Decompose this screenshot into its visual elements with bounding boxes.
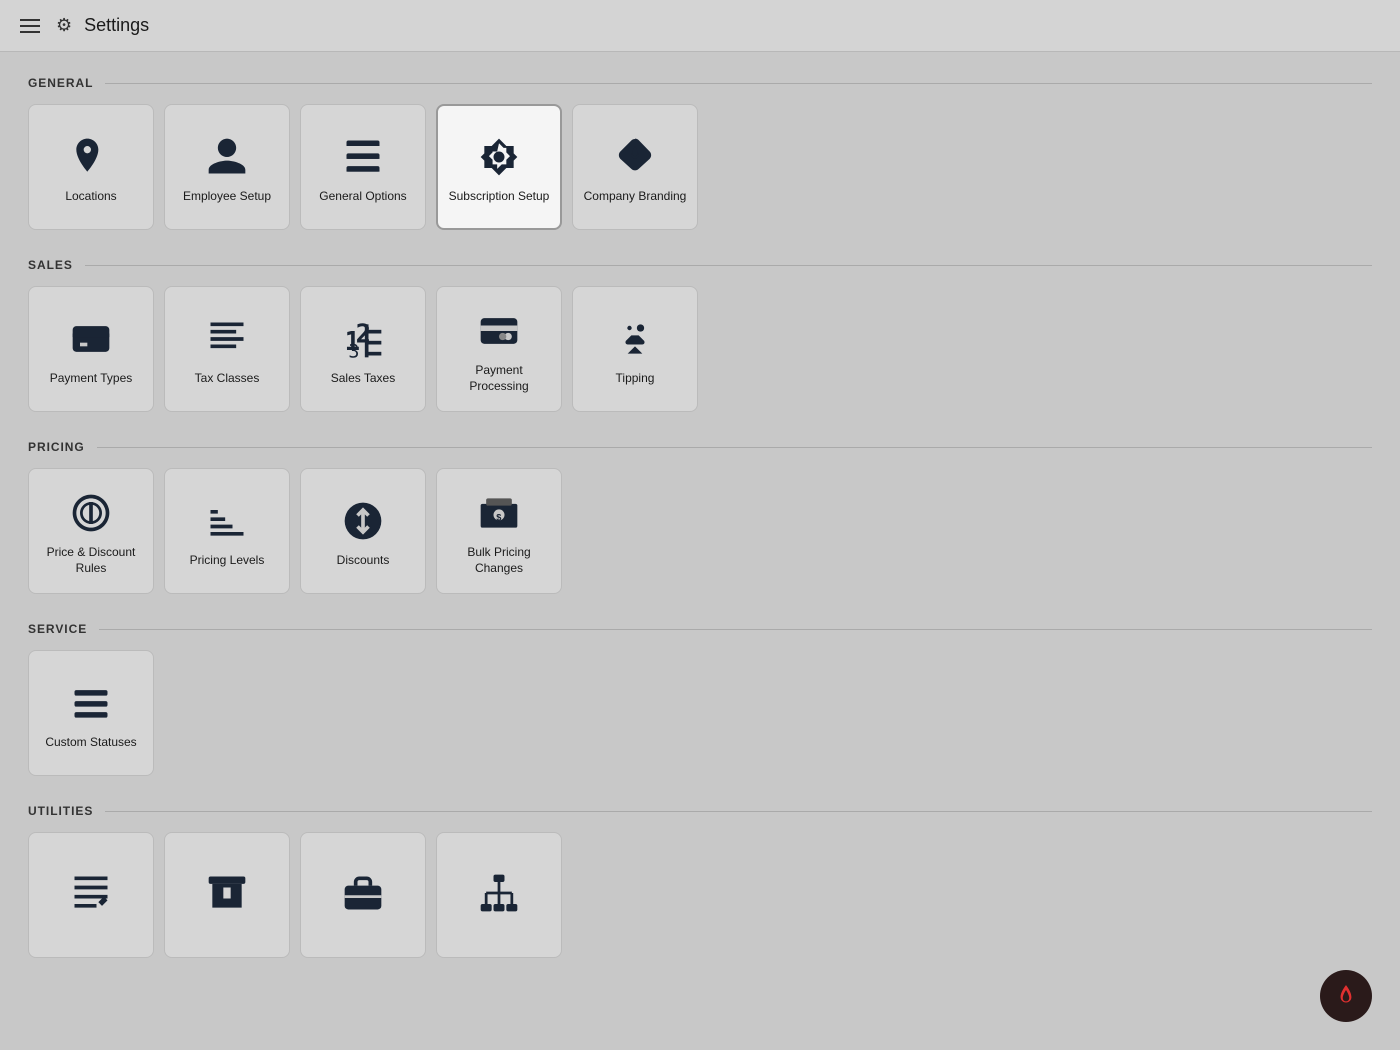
tile-subscription-setup[interactable]: Subscription Setup xyxy=(436,104,562,230)
briefcase-icon xyxy=(337,867,389,919)
edit-doc-icon xyxy=(65,867,117,919)
header: ⚙ Settings xyxy=(0,0,1400,52)
tile-price-discount-rules[interactable]: Price & Discount Rules xyxy=(28,468,154,594)
page-title: Settings xyxy=(84,15,149,36)
tile-payment-processing[interactable]: Payment Processing xyxy=(436,286,562,412)
section-service: SERVICE Custom Statuses xyxy=(28,622,1372,776)
tile-label-discounts: Discounts xyxy=(337,553,390,569)
section-header-service: SERVICE xyxy=(28,622,1372,636)
tile-custom-statuses[interactable]: Custom Statuses xyxy=(28,650,154,776)
tile-tax-classes[interactable]: Tax Classes xyxy=(164,286,290,412)
tax-classes-icon xyxy=(201,313,253,365)
section-header-general: GENERAL xyxy=(28,76,1372,90)
tile-label-subscription-setup: Subscription Setup xyxy=(449,189,550,205)
tile-utility-3[interactable] xyxy=(300,832,426,958)
settings-gear-icon: ⚙ xyxy=(56,15,72,36)
tile-label-payment-processing: Payment Processing xyxy=(445,363,553,394)
flame-icon xyxy=(1333,983,1359,1009)
tile-label-sales-taxes: Sales Taxes xyxy=(331,371,395,387)
main-content: GENERAL Locations Employee Setup General Op… xyxy=(0,52,1400,1010)
section-header-pricing: PRICING xyxy=(28,440,1372,454)
section-pricing: PRICING Price & Discount Rules Pricing Lev… xyxy=(28,440,1372,594)
section-divider-service xyxy=(99,629,1372,630)
section-divider-utilities xyxy=(105,811,1372,812)
tile-label-bulk-pricing: Bulk Pricing Changes xyxy=(445,545,553,576)
tile-label-tax-classes: Tax Classes xyxy=(195,371,260,387)
tile-payment-types[interactable]: Payment Types xyxy=(28,286,154,412)
pricing-levels-icon xyxy=(201,495,253,547)
custom-statuses-icon xyxy=(65,677,117,729)
tile-company-branding[interactable]: Company Branding xyxy=(572,104,698,230)
bulk-pricing-icon: $ xyxy=(473,487,525,539)
tile-pricing-levels[interactable]: Pricing Levels xyxy=(164,468,290,594)
tile-employee-setup[interactable]: Employee Setup xyxy=(164,104,290,230)
tile-label-employee-setup: Employee Setup xyxy=(183,189,271,205)
section-label-sales: SALES xyxy=(28,258,73,272)
section-label-general: GENERAL xyxy=(28,76,93,90)
tile-locations[interactable]: Locations xyxy=(28,104,154,230)
section-divider-general xyxy=(105,83,1372,84)
hamburger-menu[interactable] xyxy=(16,15,44,37)
payment-types-icon xyxy=(65,313,117,365)
subscription-icon xyxy=(473,131,525,183)
general-options-icon xyxy=(337,131,389,183)
tile-discounts[interactable]: Discounts xyxy=(300,468,426,594)
section-label-pricing: PRICING xyxy=(28,440,85,454)
tile-utility-4[interactable] xyxy=(436,832,562,958)
section-divider-sales xyxy=(85,265,1372,266)
payment-processing-icon xyxy=(473,305,525,357)
tile-label-price-discount-rules: Price & Discount Rules xyxy=(37,545,145,576)
discounts-icon xyxy=(337,495,389,547)
hierarchy-icon xyxy=(473,867,525,919)
svg-text:3: 3 xyxy=(348,342,359,362)
tile-label-tipping: Tipping xyxy=(616,371,655,387)
tile-label-custom-statuses: Custom Statuses xyxy=(45,735,136,751)
svg-text:$: $ xyxy=(496,513,501,523)
tile-utility-1[interactable] xyxy=(28,832,154,958)
section-label-service: SERVICE xyxy=(28,622,87,636)
section-utilities: UTILITIES xyxy=(28,804,1372,958)
sales-taxes-icon: 123 xyxy=(337,313,389,365)
tile-label-payment-types: Payment Types xyxy=(50,371,133,387)
tile-general-options[interactable]: General Options xyxy=(300,104,426,230)
tiles-grid-utilities xyxy=(28,832,1372,958)
section-divider-pricing xyxy=(97,447,1372,448)
section-label-utilities: UTILITIES xyxy=(28,804,93,818)
tile-sales-taxes[interactable]: 123 Sales Taxes xyxy=(300,286,426,412)
fab-button[interactable] xyxy=(1320,970,1372,1022)
tile-label-company-branding: Company Branding xyxy=(584,189,687,205)
section-general: GENERAL Locations Employee Setup General Op… xyxy=(28,76,1372,230)
branding-icon xyxy=(609,131,661,183)
tipping-icon xyxy=(609,313,661,365)
locations-icon xyxy=(65,131,117,183)
section-header-utilities: UTILITIES xyxy=(28,804,1372,818)
tiles-grid-sales: Payment Types Tax Classes 123 Sales Taxes Pa… xyxy=(28,286,1372,412)
section-sales: SALES Payment Types Tax Classes 123 Sales Ta… xyxy=(28,258,1372,412)
employee-icon xyxy=(201,131,253,183)
section-header-sales: SALES xyxy=(28,258,1372,272)
tile-utility-2[interactable] xyxy=(164,832,290,958)
archive-icon xyxy=(201,867,253,919)
tile-label-pricing-levels: Pricing Levels xyxy=(190,553,265,569)
tile-tipping[interactable]: Tipping xyxy=(572,286,698,412)
price-discount-icon xyxy=(65,487,117,539)
tile-label-general-options: General Options xyxy=(319,189,406,205)
tiles-grid-pricing: Price & Discount Rules Pricing Levels Disc… xyxy=(28,468,1372,594)
tiles-grid-service: Custom Statuses xyxy=(28,650,1372,776)
tile-label-locations: Locations xyxy=(65,189,116,205)
tile-bulk-pricing[interactable]: $ Bulk Pricing Changes xyxy=(436,468,562,594)
tiles-grid-general: Locations Employee Setup General Options Su… xyxy=(28,104,1372,230)
